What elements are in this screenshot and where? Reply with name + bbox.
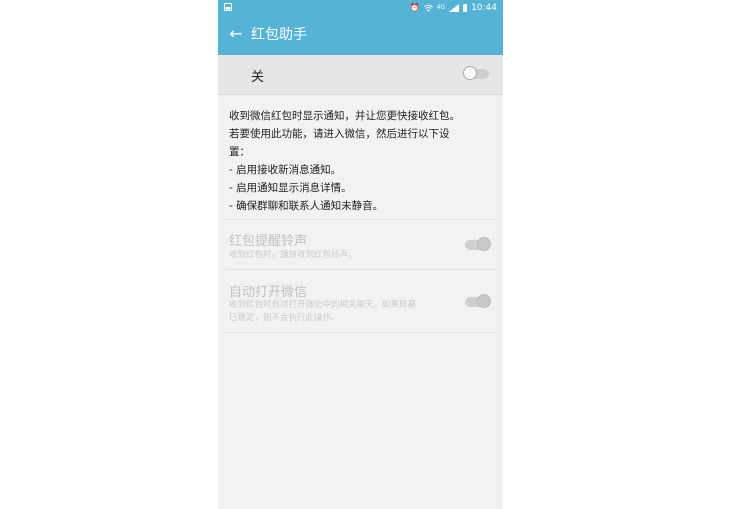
phone-screen: ⏰ 4G 10:44 ← 红包助手 关 收到微信红包时显示通知，并让您更快接收红… <box>218 0 503 509</box>
setting-subtitle: 已锁定，则不会执行此操作。 <box>229 313 340 323</box>
setting-title: 自动打开微信 <box>229 285 308 300</box>
master-toggle-switch[interactable] <box>463 66 489 80</box>
ringtone-toggle-switch[interactable] <box>465 237 491 251</box>
setting-subtitle: 收到红包时自动打开微信中的相关聊天。如果屏幕 <box>229 300 417 310</box>
4g-icon: 4G <box>436 4 446 11</box>
master-switch-label: 关 <box>251 70 265 85</box>
battery-icon <box>463 4 468 12</box>
divider <box>225 219 496 220</box>
divider <box>225 332 496 333</box>
description-line: 收到微信红包时显示通知，并让您更快接收红包。 <box>229 110 460 122</box>
description-line: - 启用通知显示消息详情。 <box>229 182 352 194</box>
divider <box>225 269 496 270</box>
image-icon <box>224 3 232 11</box>
auto-open-toggle-switch[interactable] <box>465 294 491 308</box>
toggle-knob <box>463 66 477 80</box>
clock: 10:44 <box>471 3 497 13</box>
signal-icon <box>449 4 460 12</box>
setting-title: 红包提醒铃声 <box>229 234 308 249</box>
back-arrow-icon[interactable]: ← <box>226 24 246 44</box>
app-bar: ← 红包助手 <box>218 16 503 55</box>
toggle-knob <box>477 294 491 308</box>
description-line: - 启用接收新消息通知。 <box>229 164 342 176</box>
description-line: - 确保群聊和联系人通知未静音。 <box>229 200 384 212</box>
wifi-icon <box>423 4 433 12</box>
description-text: 收到微信红包时显示通知，并让您更快接收红包。 若要使用此功能，请进入微信，然后进… <box>229 107 493 215</box>
page-title: 红包助手 <box>251 27 307 43</box>
alarm-icon: ⏰ <box>409 3 420 12</box>
description-line: 置： <box>229 146 250 158</box>
master-switch-row[interactable]: 关 <box>218 55 503 95</box>
description-line: 若要使用此功能，请进入微信，然后进行以下设 <box>229 128 450 140</box>
status-bar: ⏰ 4G 10:44 <box>218 0 503 16</box>
setting-subtitle: 收到红包时，播放收到红包铃声。 <box>229 250 357 260</box>
toggle-knob <box>477 237 491 251</box>
